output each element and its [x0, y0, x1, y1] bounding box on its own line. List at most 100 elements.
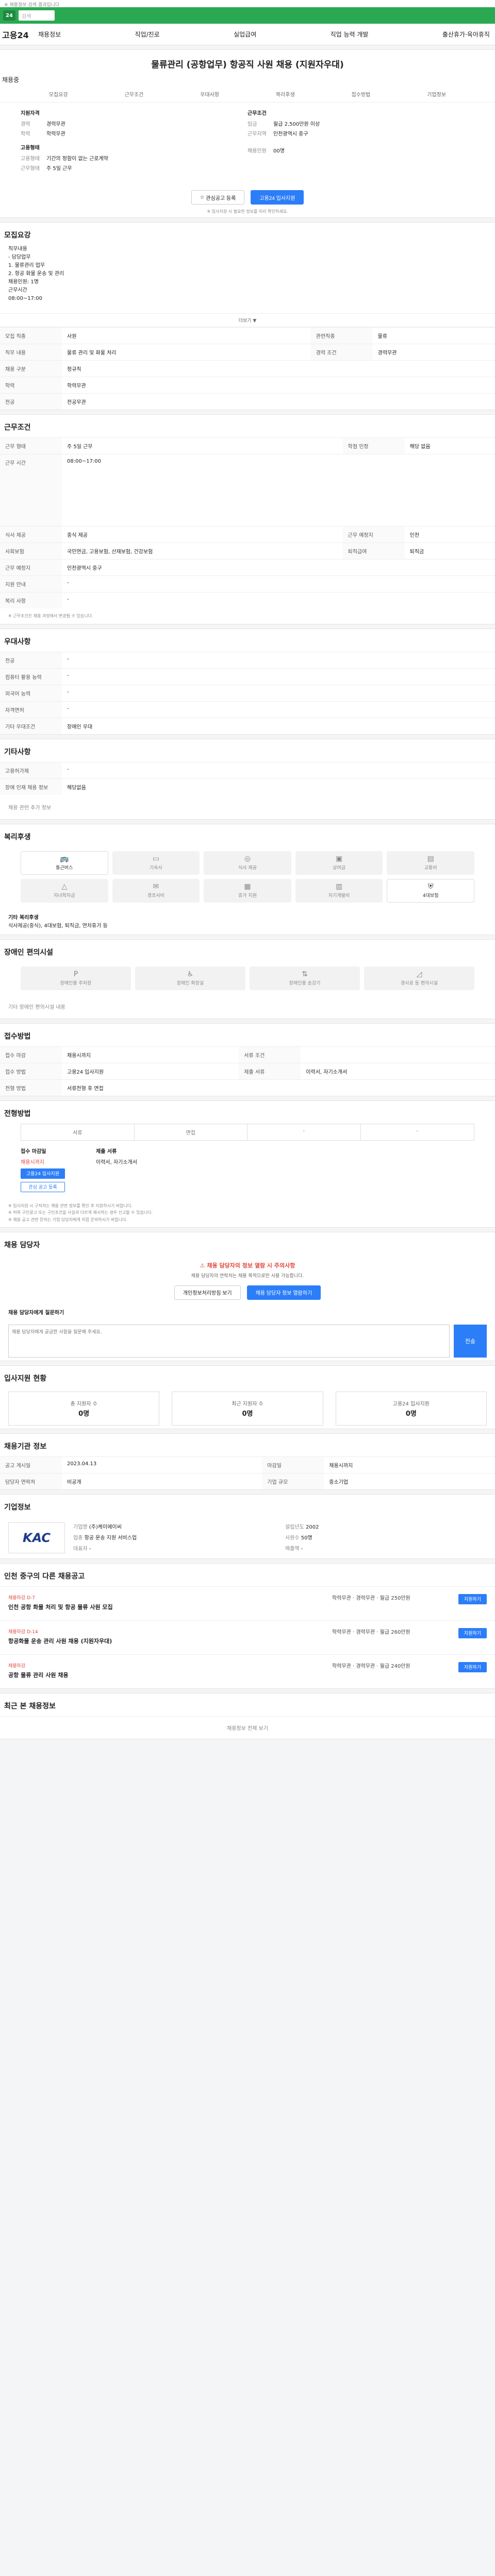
book-icon: ▥	[335, 883, 343, 891]
recruit-line: - 담당업무	[8, 255, 31, 260]
section-title: 기타사항	[4, 748, 31, 756]
brand-logo[interactable]: 고용24	[2, 28, 38, 41]
table-row: 식사 제공 중식 제공 근무 예정지 인천	[0, 526, 495, 543]
warning-text: 채용 담당자의 연락처는 채용 목적으로만 사용 가능합니다.	[191, 1274, 304, 1279]
table-row: 채용 구분 정규직	[0, 360, 495, 377]
tab-welfare[interactable]: 복리후생	[276, 90, 295, 98]
table-row: 복리 사항 -	[0, 592, 495, 608]
job-deadline: 채용마감 D-14	[8, 1629, 38, 1635]
apply-button[interactable]: 고용24 입사지원	[251, 190, 304, 205]
tab-conditions[interactable]: 근무조건	[125, 90, 144, 98]
bus-icon: 🚌	[60, 855, 69, 863]
job-name[interactable]: 공항 물류 관리 사원 채용	[8, 1671, 327, 1679]
company-section: 기업정보 KAC 기업명 (주)케이에이씨 설립년도 2002 업종 항공 운송…	[0, 1494, 495, 1559]
table-row: 장애 인재 채용 정보 해당없음	[0, 778, 495, 795]
other-jobs-section: 인천 중구의 다른 채용공고 채용마감 D-7 인천 공항 화물 처리 및 항공 …	[0, 1563, 495, 1689]
table-row: 고용허가제 -	[0, 761, 495, 779]
other-section: 기타사항 고용허가제 - 장애 인재 채용 정보 해당없음 채용 관련 추가 정보	[0, 738, 495, 820]
nav-item-leave[interactable]: 출산휴가·육아휴직	[442, 30, 490, 39]
company-field: 설립년도 2002	[285, 1524, 319, 1530]
kv-value: 00명	[273, 148, 285, 154]
nav-menu: 채용정보 직업/진로 실업급여 직업 능력 개발 출산휴가·육아휴직	[38, 30, 493, 39]
job-apply-button[interactable]: 지원하기	[458, 1662, 487, 1672]
step-item: 서류	[21, 1124, 135, 1140]
job-list-item[interactable]: 채용마감 D-7 인천 공항 화물 처리 및 항공 물류 사원 모집 학력무관 ·…	[0, 1586, 495, 1620]
cond-heading: 근무조건	[248, 111, 267, 116]
selection-section: 전형방법 서류 면접 - - 접수 마감일 채용시까지 고용24 입사지원 관심…	[0, 1100, 495, 1228]
welfare-item: ⛨ 4대보험	[387, 878, 474, 903]
conditions-section: 근무조건 근무 형태 주 5일 근무 학점 인정 해당 없음 근무 시간 08:00~1…	[0, 414, 495, 624]
disabled-etc: 기타 장애인 편의시설 내용	[8, 1004, 65, 1010]
site-logo[interactable]: 24	[3, 10, 15, 21]
job-name[interactable]: 항공화물 운송 관리 사원 채용 (지원자우대)	[8, 1637, 327, 1645]
nav-item-jobs[interactable]: 채용정보	[38, 30, 61, 39]
section-title: 우대사항	[4, 637, 31, 646]
job-tabs: 모집요강 근무조건 우대사항 복리후생 접수방법 기업정보	[0, 84, 495, 103]
apply-table: 접수 마감 채용시까지 서류 조건 접수 방법 고용24 입사지원 제출 서류 이력서, …	[0, 1046, 495, 1096]
view-contact-button[interactable]: 채용 담당자 정보 열람하기	[246, 1285, 321, 1300]
top-search-bar: 24 검색	[0, 7, 495, 24]
search-input[interactable]: 검색	[19, 10, 55, 21]
job-list-item[interactable]: 채용마감 공항 물류 관리 사원 채용 학력무관 · 경력무관 · 월급 240만…	[0, 1654, 495, 1688]
kv-value: 기간의 정함이 없는 근로계약	[46, 156, 108, 162]
table-row: 컴퓨터 활용 능력 -	[0, 668, 495, 685]
tab-recruit[interactable]: 모집요강	[49, 90, 68, 98]
apply-button-2[interactable]: 고용24 입사지원	[21, 1168, 65, 1179]
table-row: 학력 학력무관	[0, 377, 495, 394]
section-title: 최근 본 채용정보	[4, 1702, 56, 1710]
bed-icon: ▭	[152, 855, 159, 863]
nav-item-career[interactable]: 직업/진로	[135, 30, 160, 39]
section-title: 근무조건	[4, 423, 31, 432]
welfare-item: 🚌 통근버스	[21, 851, 108, 875]
job-list-item[interactable]: 채용마감 D-14 항공화물 운송 관리 사원 채용 (지원자우대) 학력무관 ·…	[0, 1620, 495, 1654]
section-title: 전형방법	[4, 1109, 31, 1118]
tab-apply[interactable]: 접수방법	[352, 90, 371, 98]
table-row: 기타 우대조건 장애인 우대	[0, 717, 495, 734]
table-row: 자격면허 -	[0, 701, 495, 718]
job-name[interactable]: 인천 공항 화물 처리 및 항공 물류 사원 모집	[8, 1603, 327, 1611]
stat-box: 고용24 입사지원 0명	[335, 1391, 487, 1426]
company-field: 사원수 50명	[285, 1535, 312, 1541]
company-field: 기업명 (주)케이에이씨	[73, 1524, 122, 1530]
tab-prefer[interactable]: 우대사항	[200, 90, 219, 98]
save-interest-button[interactable]: ☆ 관심공고 등록	[191, 190, 245, 205]
recruit-line: 1. 물류관리 업무	[8, 263, 45, 268]
tab-company[interactable]: 기업정보	[427, 90, 446, 98]
kv-key: 학력	[21, 131, 30, 137]
welfare-item: ▣ 상여금	[295, 851, 383, 875]
inquiry-input[interactable]	[8, 1324, 450, 1358]
nav-item-benefit[interactable]: 실업급여	[234, 30, 256, 39]
welfare-grid: 🚌 통근버스 ▭ 기숙사 ◎ 식사 제공 ▣ 상여금 ▤ 교통비 △ 자녀학자금 ✉ 경조사비…	[0, 847, 495, 907]
job-meta: 학력무관 · 경력무관 · 월급 240만원	[332, 1663, 410, 1669]
table-row: 공고 게시일 2023.04.13 마감일 채용시까지	[0, 1456, 495, 1473]
kv-key: 근무지역	[248, 131, 267, 137]
more-button[interactable]: 더보기 ▼	[0, 313, 495, 327]
company-field: 대표자 -	[73, 1546, 91, 1552]
kv-key: 경력	[21, 122, 30, 127]
step-item: -	[416, 1128, 419, 1134]
company-logo: KAC	[8, 1522, 65, 1553]
job-apply-button[interactable]: 지원하기	[458, 1594, 487, 1604]
bullet-text: ※ 채용 공고 관련 문의는 기업 담당자에게 직접 문의하시기 바랍니다.	[8, 1217, 127, 1222]
other-more: 채용 관련 추가 정보	[8, 805, 52, 811]
star-icon: ☆	[200, 194, 206, 200]
nav-item-training[interactable]: 직업 능력 개발	[331, 30, 369, 39]
other-table: 고용허가제 - 장애 인재 채용 정보 해당없음	[0, 761, 495, 795]
section-title: 기업정보	[4, 1503, 31, 1512]
view-all-jobs-button[interactable]: 채용정보 전체 보기	[0, 1716, 495, 1739]
apply-section: 접수방법 접수 마감 채용시까지 서류 조건 접수 방법 고용24 입사지원 제출 서류…	[0, 1023, 495, 1096]
conditions-table: 근무 형태 주 5일 근무 학점 인정 해당 없음 근무 시간 08:00~17:00 …	[0, 437, 495, 608]
interest-button-2[interactable]: 관심 공고 등록	[21, 1181, 65, 1192]
welfare-etc-text: 식사제공(중식), 4대보험, 퇴직금, 연차휴가 등	[8, 923, 108, 929]
table-row: 외국어 능력 -	[0, 684, 495, 702]
job-apply-button[interactable]: 지원하기	[458, 1628, 487, 1638]
job-deadline: 채용마감 D-7	[8, 1595, 35, 1601]
section-title: 채용 담당자	[4, 1241, 40, 1250]
welfare-item: ▦ 휴가 지원	[204, 878, 291, 903]
privacy-button[interactable]: 개인정보처리방침 보기	[174, 1285, 241, 1300]
inquiry-heading: 채용 담당자에게 질문하기	[8, 1310, 64, 1316]
table-row: 모집 직종 사원 관련직종 물류	[0, 327, 495, 344]
send-button[interactable]: 전송	[454, 1324, 487, 1358]
warning-title: ⚠ 채용 담당자의 정보 열람 시 주의사항	[200, 1262, 295, 1269]
section-title: 인천 중구의 다른 채용공고	[4, 1572, 85, 1581]
